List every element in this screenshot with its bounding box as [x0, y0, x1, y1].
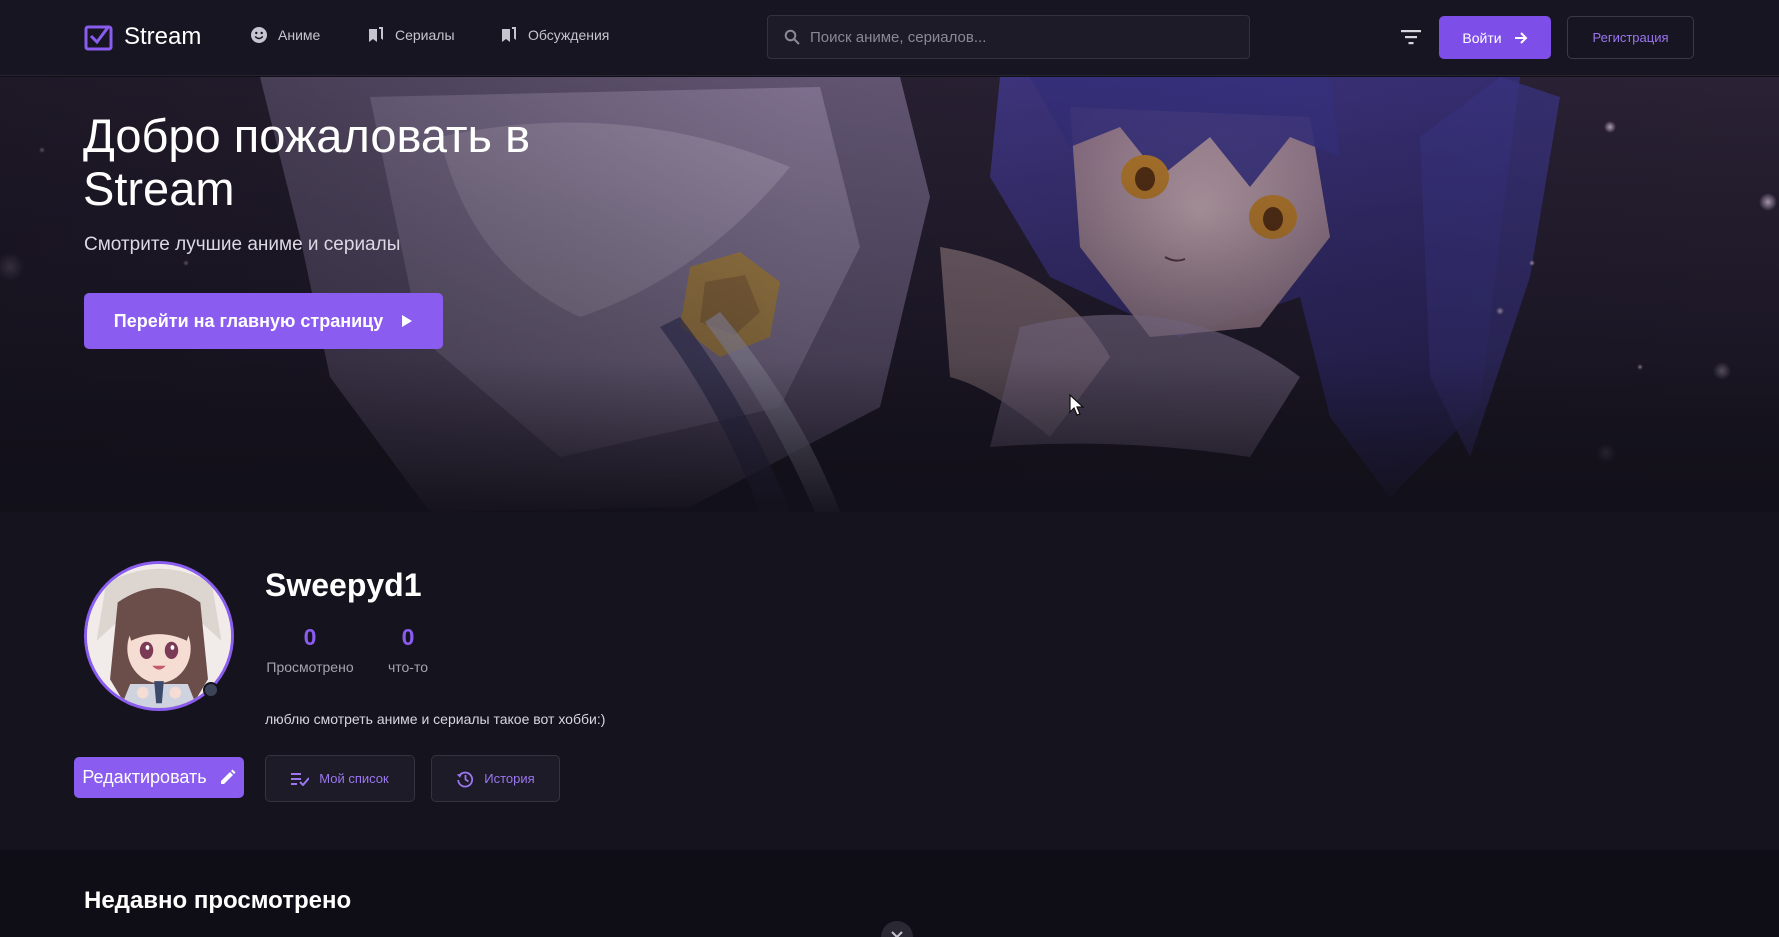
play-icon: [402, 315, 413, 327]
go-to-home-button[interactable]: Перейти на главную страницу: [84, 293, 443, 349]
bookmarks-icon: [369, 27, 383, 42]
hero-title: Добро пожаловать в Stream: [83, 109, 531, 215]
go-to-home-label: Перейти на главную страницу: [113, 310, 384, 331]
nav-link-label: Аниме: [278, 27, 321, 43]
logo[interactable]: Stream: [84, 22, 201, 52]
nav-link-series[interactable]: Сериалы: [367, 26, 455, 44]
hero-subtitle: Смотрите лучшие аниме и сериалы: [84, 234, 401, 255]
close-button[interactable]: [881, 921, 913, 937]
search-icon: [784, 29, 800, 45]
edit-label: Редактировать: [82, 767, 207, 787]
stat-something: 0 что-то: [378, 624, 438, 675]
stat-label: Просмотрено: [266, 659, 354, 675]
history-label: История: [484, 771, 535, 786]
close-icon: [891, 931, 903, 937]
stat-watched: 0 Просмотрено: [265, 624, 355, 675]
recently-watched-title: Недавно просмотрено: [84, 887, 352, 914]
nav-link-label: Сериалы: [395, 27, 455, 43]
history-button[interactable]: История: [431, 755, 560, 802]
recently-watched-section: Недавно просмотрено: [0, 850, 1779, 937]
pencil-icon: [220, 769, 236, 784]
top-navbar: Stream Аниме Сериалы Обсуждения Поиск ан…: [0, 0, 1779, 76]
online-status-dot: [203, 682, 219, 698]
hero-banner: Добро пожаловать в Stream Смотрите лучши…: [0, 77, 1779, 512]
register-button[interactable]: Регистрация: [1567, 16, 1694, 59]
logo-text: Stream: [124, 23, 202, 50]
logo-icon: [84, 25, 113, 51]
arrow-right-icon: [1514, 31, 1528, 44]
history-icon: [457, 771, 474, 787]
nav-link-anime[interactable]: Аниме: [250, 26, 320, 44]
profile-section: Sweepyd1 0 Просмотрено 0 что-то люблю см…: [0, 512, 1779, 850]
register-label: Регистрация: [1592, 30, 1669, 45]
username: Sweepyd1: [265, 567, 422, 603]
profile-bio: люблю смотреть аниме и сериалы такое вот…: [265, 711, 606, 727]
nav-link-discussions[interactable]: Обсуждения: [500, 26, 609, 44]
stat-value: 0: [303, 624, 317, 650]
filter-icon[interactable]: [1400, 28, 1422, 46]
edit-profile-button[interactable]: Редактировать: [74, 757, 244, 798]
my-list-label: Мой список: [319, 771, 389, 786]
playlist-check-icon: [291, 772, 310, 786]
mouse-cursor-icon: [1069, 394, 1085, 416]
stat-label: что-то: [387, 659, 429, 675]
my-list-button[interactable]: Мой список: [265, 755, 415, 802]
stat-value: 0: [401, 624, 415, 650]
search-input[interactable]: [810, 28, 1230, 46]
nav-link-label: Обсуждения: [528, 27, 610, 43]
search-box[interactable]: [767, 15, 1250, 59]
login-button[interactable]: Войти: [1439, 16, 1551, 59]
login-label: Войти: [1462, 29, 1502, 46]
smile-icon: [251, 27, 267, 43]
bookmarks-icon: [502, 27, 516, 42]
